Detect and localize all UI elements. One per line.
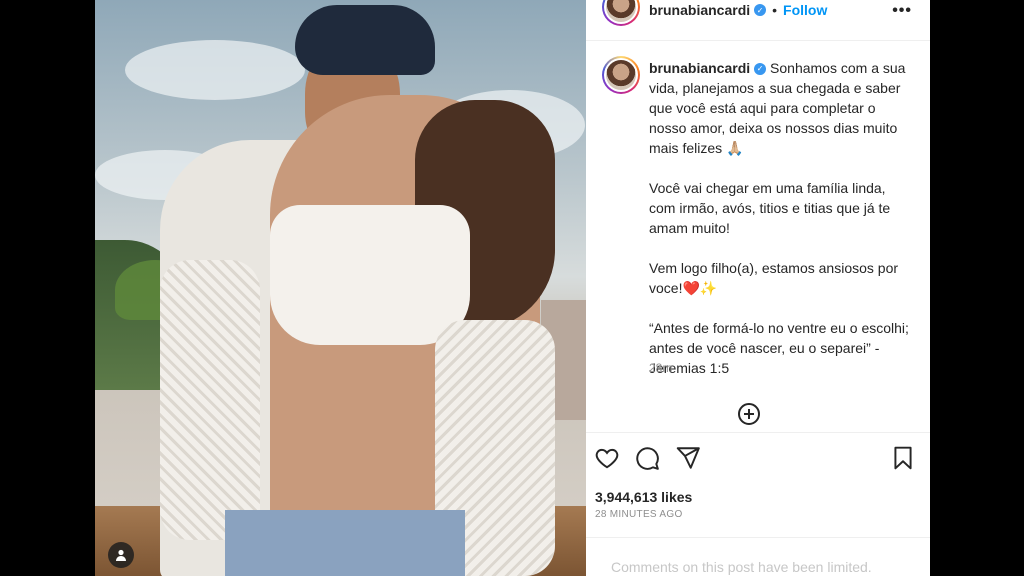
post-side-panel: brunabiancardi ✓ • Follow ••• brunabianc… [586, 0, 930, 576]
cloud [125, 40, 305, 100]
username[interactable]: brunabiancardi [649, 2, 750, 18]
caption-timestamp: 28m [649, 361, 673, 375]
more-options-icon[interactable]: ••• [892, 2, 912, 20]
separator: • [772, 2, 778, 18]
divider [586, 432, 930, 433]
post-photo[interactable] [95, 0, 586, 576]
verified-icon: ✓ [754, 4, 767, 16]
divider [586, 537, 930, 538]
jeans [225, 510, 465, 576]
plus-circle-icon[interactable] [737, 402, 761, 426]
heart-icon[interactable] [594, 445, 620, 471]
caption-text: brunabiancardi ✓ Sonhamos com a sua vida,… [649, 58, 909, 378]
posted-time: 28 MINUTES AGO [595, 509, 683, 520]
likes-count[interactable]: 3,944,613 likes [595, 489, 692, 505]
post-header: brunabiancardi ✓ • Follow ••• [586, 0, 930, 32]
crop-top [270, 205, 470, 345]
user-tag-icon[interactable] [108, 542, 134, 568]
baseball-cap [295, 5, 435, 75]
follow-button[interactable]: Follow [783, 2, 827, 18]
comments-limited-note: Comments on this post have been limited. [611, 559, 872, 575]
avatar[interactable] [602, 56, 640, 94]
caption-paragraph: Vem logo filho(a), estamos ansiosos por … [649, 260, 902, 296]
avatar[interactable] [602, 0, 640, 26]
share-icon[interactable] [675, 445, 701, 471]
bookmark-icon[interactable] [890, 445, 916, 471]
comment-icon[interactable] [634, 445, 660, 471]
instagram-post-frame: brunabiancardi ✓ • Follow ••• brunabianc… [95, 0, 930, 576]
caption-paragraph: “Antes de formá-lo no ventre eu o escolh… [649, 320, 913, 376]
shawl-left [160, 260, 260, 540]
caption-paragraph: Você vai chegar em uma família linda, co… [649, 180, 895, 236]
verified-icon: ✓ [754, 63, 767, 76]
action-bar [586, 445, 930, 473]
caption-username[interactable]: brunabiancardi [649, 60, 750, 76]
caption-paragraph: brunabiancardi ✓ Sonhamos com a sua vida,… [649, 58, 909, 158]
divider [586, 40, 930, 41]
